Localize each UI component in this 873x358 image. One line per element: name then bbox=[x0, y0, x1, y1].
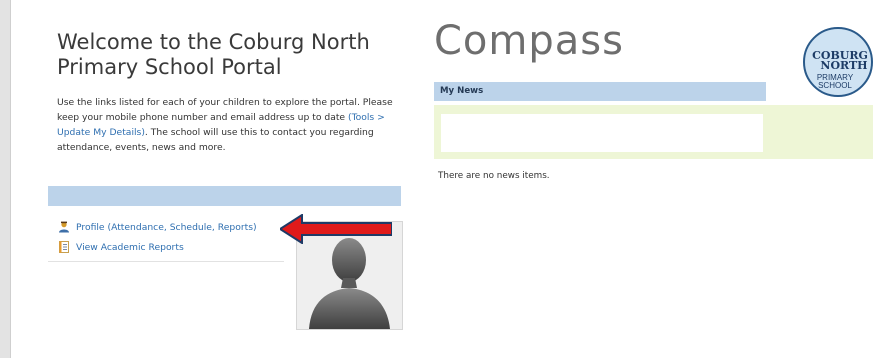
news-content-box bbox=[441, 114, 763, 152]
no-news-message: There are no news items. bbox=[438, 171, 550, 181]
intro-text: Use the links listed for each of your ch… bbox=[57, 95, 402, 155]
profile-link[interactable]: Profile (Attendance, Schedule, Reports) bbox=[58, 221, 257, 233]
red-arrow-icon bbox=[280, 214, 392, 244]
logo-line4: SCHOOL bbox=[818, 81, 852, 90]
brand-wordmark: Compass bbox=[434, 18, 624, 64]
school-logo: COBURG NORTH PRIMARY SCHOOL bbox=[803, 27, 873, 97]
news-header-bar: My News bbox=[434, 82, 766, 101]
academic-reports-label: View Academic Reports bbox=[76, 241, 184, 253]
welcome-title: Welcome to the Coburg North Primary Scho… bbox=[57, 30, 370, 79]
logo-line2: NORTH bbox=[820, 59, 867, 72]
profile-link-label: Profile (Attendance, Schedule, Reports) bbox=[76, 221, 257, 233]
child-header-bar bbox=[48, 186, 401, 206]
news-header-title: My News bbox=[440, 86, 484, 96]
link-divider bbox=[48, 261, 284, 262]
person-icon bbox=[59, 221, 69, 233]
left-rail bbox=[0, 0, 11, 358]
intro-text-part1: Use the links listed for each of your ch… bbox=[57, 97, 393, 123]
report-icon bbox=[59, 241, 69, 253]
academic-reports-link[interactable]: View Academic Reports bbox=[58, 241, 184, 253]
